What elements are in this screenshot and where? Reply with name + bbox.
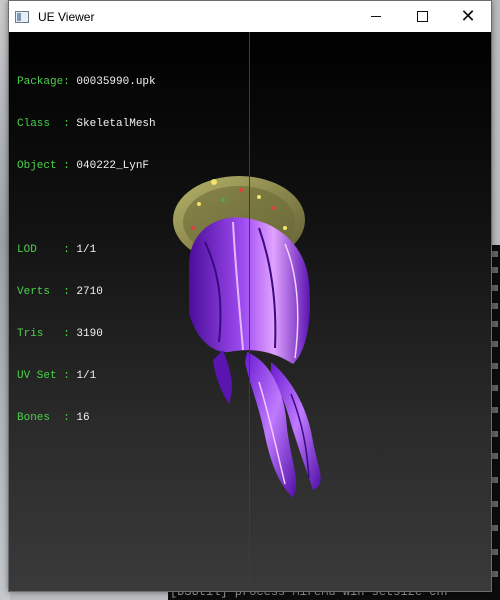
verts-label: Verts : <box>17 286 70 298</box>
close-icon: ✕ <box>460 5 476 27</box>
class-label: Class : <box>17 118 70 130</box>
lod-label: LOD : <box>17 244 70 256</box>
uvset-value: 1/1 <box>76 370 97 382</box>
package-value: 00035990.upk <box>76 76 156 88</box>
close-button[interactable]: ✕ <box>445 1 491 32</box>
hair-ponytail <box>213 350 321 498</box>
bones-value: 16 <box>76 412 90 424</box>
bones-label: Bones : <box>17 412 70 424</box>
ue-viewer-window: UE Viewer ✕ Package: 00035990.upk Class … <box>8 0 492 592</box>
vertical-axis-line <box>249 32 250 591</box>
object-label: Object : <box>17 160 70 172</box>
minimize-icon <box>371 16 381 17</box>
maximize-icon <box>416 11 428 22</box>
app-window-icon <box>15 10 29 23</box>
tris-value: 3190 <box>76 328 103 340</box>
tris-label: Tris : <box>17 328 70 340</box>
window-title: UE Viewer <box>38 9 95 24</box>
minimize-button[interactable] <box>353 1 399 32</box>
package-label: Package: <box>17 76 70 88</box>
verts-value: 2710 <box>76 286 103 298</box>
object-value: 040222_LynF <box>76 160 150 172</box>
class-value: SkeletalMesh <box>76 118 156 130</box>
mesh-info-overlay: Package: 00035990.upk Class : SkeletalMe… <box>17 47 156 453</box>
lod-value: 1/1 <box>76 244 97 256</box>
uvset-label: UV Set : <box>17 370 70 382</box>
window-controls: ✕ <box>353 1 491 32</box>
3d-viewport[interactable]: Package: 00035990.upk Class : SkeletalMe… <box>9 32 491 591</box>
title-bar[interactable]: UE Viewer ✕ <box>9 1 491 32</box>
maximize-button[interactable] <box>399 1 445 32</box>
